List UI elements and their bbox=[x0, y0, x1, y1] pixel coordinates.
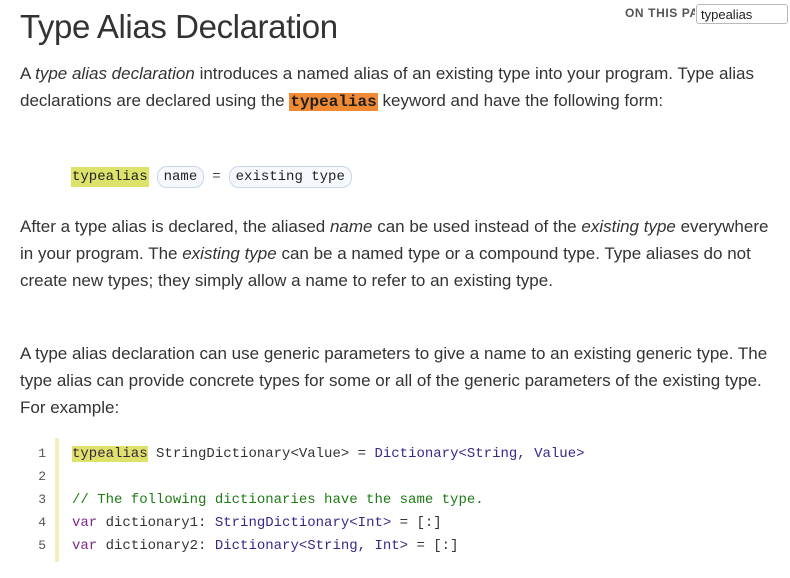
line-number: 5 bbox=[38, 538, 46, 553]
grammar-existing-type-pill: existing type bbox=[228, 166, 352, 188]
intro-text-c: keyword and have the following form: bbox=[377, 91, 664, 110]
code-var-name: dictionary2: bbox=[97, 537, 215, 554]
grammar-form: typealias name = existing type bbox=[71, 165, 352, 189]
code-var-name: dictionary1: bbox=[97, 514, 215, 531]
code-line-5-content: var dictionary2: Dictionary<String, Int>… bbox=[72, 538, 459, 554]
search-match-keyword: typealias bbox=[289, 93, 378, 111]
search-input[interactable] bbox=[696, 4, 788, 24]
code-type-stringdictionary: StringDictionary<Int> bbox=[214, 514, 392, 531]
grammar-keyword: typealias bbox=[71, 167, 149, 187]
aliased-name-paragraph: After a type alias is declared, the alia… bbox=[20, 213, 775, 294]
code-type-dictionary: Dictionary<String, Int> bbox=[214, 537, 409, 554]
code-line-5: 5 var dictionary2: Dictionary<String, In… bbox=[20, 534, 458, 557]
para2-term-existing-type: existing type bbox=[581, 217, 676, 236]
code-assign: = [:] bbox=[391, 514, 442, 531]
intro-text-a: A bbox=[20, 64, 36, 83]
page-title: Type Alias Declaration bbox=[20, 8, 338, 45]
code-keyword-var: var bbox=[72, 514, 98, 531]
code-line-1: 1 typealias StringDictionary<Value> = Di… bbox=[20, 442, 585, 465]
code-keyword-typealias: typealias bbox=[72, 445, 148, 462]
intro-paragraph: A type alias declaration introduces a na… bbox=[20, 60, 775, 116]
para2-text-b: can be used instead of the bbox=[372, 217, 582, 236]
line-number: 1 bbox=[38, 446, 46, 461]
code-alias-decl: StringDictionary<Value> = bbox=[147, 445, 375, 462]
para2-term-name: name bbox=[329, 217, 373, 236]
grammar-equals: = bbox=[212, 169, 221, 185]
on-this-page-label[interactable]: ON THIS PAGE bbox=[625, 6, 695, 20]
code-gutter-bar bbox=[55, 438, 59, 562]
generic-paragraph: A type alias declaration can use generic… bbox=[20, 344, 768, 417]
line-number: 2 bbox=[38, 469, 46, 484]
code-line-1-content: typealias StringDictionary<Value> = Dict… bbox=[72, 445, 585, 462]
code-line-4-content: var dictionary1: StringDictionary<Int> =… bbox=[72, 515, 442, 531]
code-keyword-var: var bbox=[72, 537, 98, 554]
code-line-3: 3 // The following dictionaries have the… bbox=[20, 488, 483, 511]
intro-term-type-alias-declaration: type alias declaration bbox=[35, 64, 195, 83]
para2-term-existing-type-2: existing type bbox=[182, 244, 277, 263]
code-type-dictionary: Dictionary<String, Value> bbox=[374, 445, 585, 462]
code-comment: // The following dictionaries have the s… bbox=[72, 491, 484, 508]
para2-text-a: After a type alias is declared, the alia… bbox=[20, 217, 330, 236]
code-line-4: 4 var dictionary1: StringDictionary<Int>… bbox=[20, 511, 442, 534]
code-assign: = [:] bbox=[408, 537, 459, 554]
grammar-name-pill: name bbox=[156, 166, 205, 188]
line-number: 4 bbox=[38, 515, 46, 530]
line-number: 3 bbox=[38, 492, 46, 507]
code-listing: 1 typealias StringDictionary<Value> = Di… bbox=[20, 438, 780, 562]
code-line-2: 2 bbox=[20, 465, 46, 488]
